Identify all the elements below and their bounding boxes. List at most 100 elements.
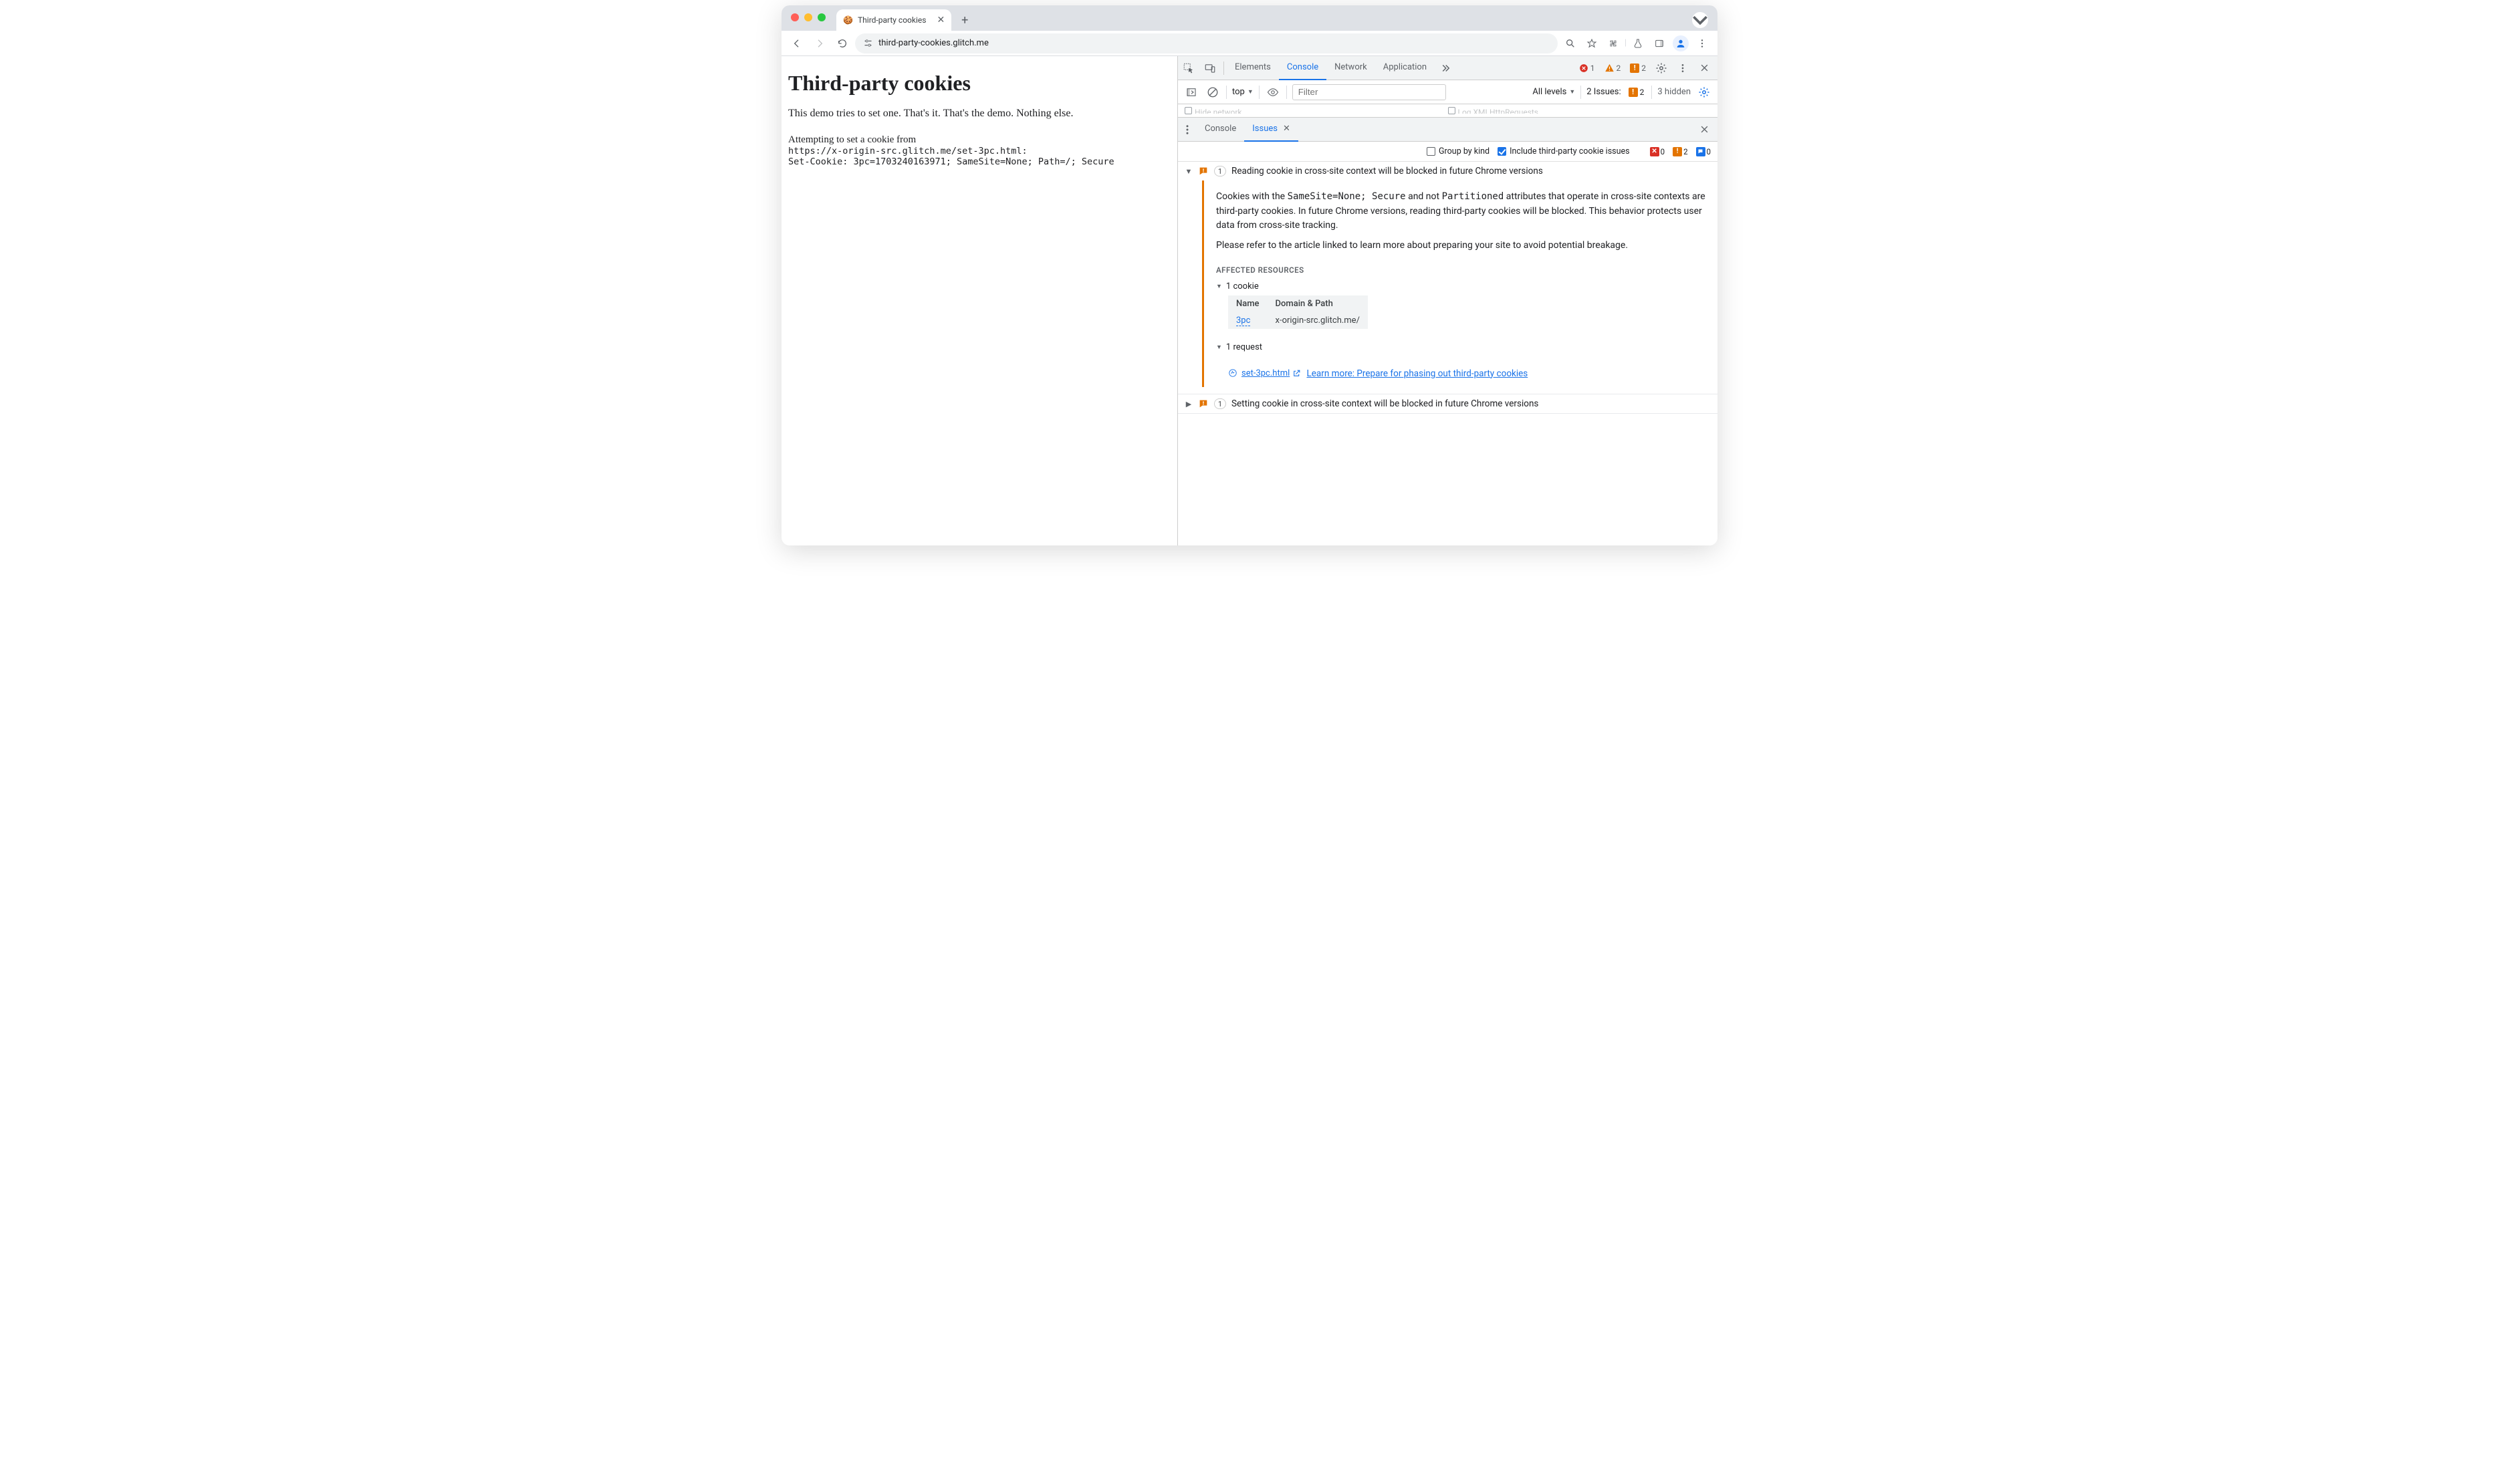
clear-console-button[interactable] (1205, 80, 1221, 104)
address-bar[interactable]: third-party-cookies.glitch.me (855, 33, 1558, 53)
live-expression-button[interactable] (1265, 80, 1281, 104)
issues-list: ▼ 1 Reading cookie in cross-site context… (1178, 162, 1717, 545)
issues-warnings-count[interactable]: !2 (1673, 147, 1687, 156)
cookies-table: Name Domain & Path 3pc x-origin-src.glit… (1228, 295, 1368, 329)
gear-icon (1655, 62, 1667, 74)
issue-count: 1 (1214, 166, 1226, 176)
close-window[interactable] (791, 13, 799, 21)
context-selector[interactable]: top ▼ (1232, 87, 1254, 97)
page-title: Third-party cookies (788, 71, 1171, 96)
avatar-icon (1673, 35, 1689, 51)
issue-header[interactable]: ▶ 1 Setting cookie in cross-site context… (1178, 394, 1717, 413)
maximize-window[interactable] (818, 13, 826, 21)
issues-info-count[interactable]: 0 (1696, 147, 1711, 156)
cookies-disclosure[interactable]: ▼ 1 cookie (1216, 281, 1708, 291)
close-tab-icon[interactable]: ✕ (937, 15, 945, 25)
tab-application[interactable]: Application (1375, 56, 1435, 80)
window-controls (791, 13, 826, 21)
affected-resources-heading: AFFECTED RESOURCES (1216, 265, 1708, 275)
external-link-icon (1292, 369, 1302, 378)
device-toolbar-button[interactable] (1199, 56, 1221, 80)
zoom-button[interactable] (1560, 33, 1580, 53)
url-text: third-party-cookies.glitch.me (878, 38, 989, 48)
drawer-tab-console[interactable]: Console (1197, 118, 1244, 142)
issue-item: ▶ 1 Setting cookie in cross-site context… (1178, 394, 1717, 414)
bookmark-button[interactable] (1582, 33, 1602, 53)
sidebar-toggle-icon (1185, 86, 1197, 98)
site-settings-icon[interactable] (863, 38, 873, 48)
favicon-cookie-icon: 🍪 (843, 15, 852, 25)
clear-icon (1207, 86, 1219, 98)
browser-tab[interactable]: 🍪 Third-party cookies ✕ (836, 9, 951, 31)
tab-list-button[interactable] (1692, 12, 1708, 28)
drawer-menu-button[interactable] (1178, 118, 1197, 142)
checkbox[interactable] (1185, 107, 1192, 114)
devtools-settings-button[interactable] (1653, 60, 1669, 76)
tabs-overflow-button[interactable] (1435, 56, 1456, 80)
drawer-tab-issues[interactable]: Issues ✕ (1244, 118, 1298, 142)
reload-icon (837, 38, 848, 49)
request-link[interactable]: set-3pc.html (1228, 368, 1290, 378)
disclosure-triangle-icon[interactable]: ▶ (1185, 400, 1193, 408)
table-row: 3pc x-origin-src.glitch.me/ (1228, 312, 1368, 329)
issue-title: Reading cookie in cross-site context wil… (1231, 166, 1543, 176)
cookie-name-link[interactable]: 3pc (1236, 316, 1250, 326)
breaking-change-icon (1198, 166, 1209, 176)
new-tab-button[interactable]: + (955, 11, 974, 29)
col-domain-path: Domain & Path (1268, 295, 1368, 312)
log-levels-selector[interactable]: All levels ▼ (1532, 87, 1575, 97)
cookie-domain-path: x-origin-src.glitch.me/ (1268, 312, 1368, 329)
console-settings-row: Hide network Log XMLHttpRequests (1178, 104, 1717, 118)
close-devtools-button[interactable] (1696, 60, 1712, 76)
chrome-menu-button[interactable] (1692, 33, 1712, 53)
profile-button[interactable] (1671, 33, 1691, 53)
forward-button[interactable] (810, 33, 830, 53)
tab-console[interactable]: Console (1279, 56, 1326, 80)
error-icon (1579, 64, 1588, 73)
labs-button[interactable] (1628, 33, 1648, 53)
requests-disclosure[interactable]: ▼ 1 request (1216, 342, 1708, 352)
include-3p-checkbox[interactable]: Include third-party cookie issues (1498, 146, 1629, 156)
side-panel-button[interactable] (1649, 33, 1669, 53)
console-sidebar-toggle[interactable] (1183, 80, 1199, 104)
issues-errors-count[interactable]: ✕0 (1650, 147, 1665, 156)
chevron-down-icon (1692, 12, 1708, 28)
code-url: https://x-origin-src.glitch.me/set-3pc.h… (788, 146, 1171, 156)
tab-elements[interactable]: Elements (1227, 56, 1279, 80)
tab-network[interactable]: Network (1326, 56, 1375, 80)
inspect-icon (1183, 62, 1195, 74)
puzzle-icon (1608, 38, 1619, 49)
col-name: Name (1228, 295, 1268, 312)
issue-header[interactable]: ▼ 1 Reading cookie in cross-site context… (1178, 162, 1717, 180)
triangle-down-icon: ▼ (1569, 88, 1575, 96)
minimize-window[interactable] (804, 13, 812, 21)
reload-button[interactable] (832, 33, 852, 53)
issues-counter[interactable]: ! 2 (1628, 64, 1648, 73)
close-drawer-tab-icon[interactable]: ✕ (1283, 124, 1290, 134)
learn-more-link[interactable]: Learn more: Prepare for phasing out thir… (1292, 368, 1528, 379)
group-by-kind-checkbox[interactable]: Group by kind (1427, 146, 1490, 156)
extensions-button[interactable] (1603, 33, 1623, 53)
disclosure-triangle-icon[interactable]: ▼ (1185, 167, 1193, 176)
kebab-icon (1697, 38, 1707, 49)
eye-icon (1267, 86, 1279, 98)
checkbox[interactable] (1448, 107, 1455, 114)
console-settings-button[interactable] (1696, 80, 1712, 104)
device-icon (1204, 62, 1216, 74)
filter-input[interactable] (1292, 84, 1446, 100)
devtools-menu-button[interactable] (1675, 60, 1691, 76)
back-button[interactable] (787, 33, 807, 53)
error-counter[interactable]: 1 (1577, 64, 1597, 73)
issues-label[interactable]: 2 Issues: (1586, 87, 1621, 97)
close-icon (1699, 63, 1709, 73)
close-drawer-button[interactable] (1696, 122, 1712, 138)
inspect-element-button[interactable] (1178, 56, 1199, 80)
drawer-tabbar: Console Issues ✕ (1178, 118, 1717, 142)
flask-icon (1633, 38, 1643, 49)
issues-toolbar-counter[interactable]: ! 2 (1627, 88, 1647, 97)
devtools-panel: Elements Console Network Application 1 (1177, 56, 1717, 545)
issue-title: Setting cookie in cross-site context wil… (1231, 398, 1538, 409)
hidden-messages[interactable]: 3 hidden (1657, 87, 1691, 97)
warning-counter[interactable]: 2 (1602, 63, 1623, 73)
forward-arrow-icon (814, 38, 825, 49)
